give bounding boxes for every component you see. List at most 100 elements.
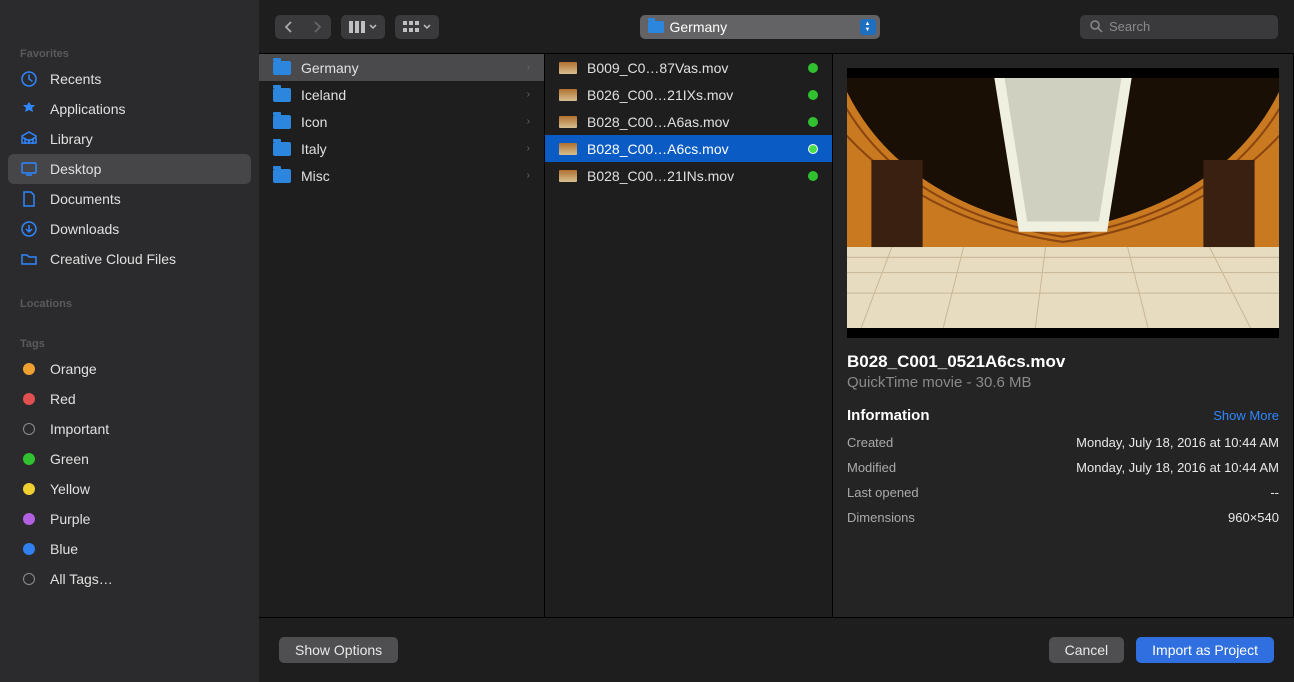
- sidebar-tag-green[interactable]: Green: [0, 444, 259, 474]
- dropdown-arrows-icon: ▲▼: [860, 19, 876, 35]
- sidebar-item-downloads[interactable]: Downloads: [0, 214, 259, 244]
- sidebar-item-desktop[interactable]: Desktop: [8, 154, 251, 184]
- folder-label: Icon: [301, 114, 327, 130]
- sidebar-item-label: Desktop: [50, 161, 101, 177]
- sidebar-tag-orange[interactable]: Orange: [0, 354, 259, 384]
- info-value: 960×540: [1228, 510, 1279, 525]
- video-thumb-icon: [559, 62, 577, 74]
- folder-label: Iceland: [301, 87, 346, 103]
- file-row[interactable]: B028_C00…21INs.mov: [545, 162, 832, 189]
- document-icon: [20, 190, 38, 208]
- tag-circle-icon: [20, 420, 38, 438]
- toolbar: Germany ▲▼ Search: [259, 0, 1294, 54]
- sidebar-tag-all[interactable]: All Tags…: [0, 564, 259, 594]
- sidebar-item-label: Blue: [50, 541, 78, 557]
- footer: Show Options Cancel Import as Project: [259, 618, 1294, 682]
- folder-column: Germany › Iceland › Icon › Italy › Misc: [259, 54, 545, 617]
- location-select[interactable]: Germany ▲▼: [640, 15, 880, 39]
- folder-label: Germany: [301, 60, 359, 76]
- cancel-button[interactable]: Cancel: [1049, 637, 1125, 663]
- view-columns-button[interactable]: [341, 15, 385, 39]
- sidebar-item-creative-cloud[interactable]: Creative Cloud Files: [0, 244, 259, 274]
- sidebar-item-documents[interactable]: Documents: [0, 184, 259, 214]
- show-options-button[interactable]: Show Options: [279, 637, 398, 663]
- preview-filename: B028_C001_0521A6cs.mov: [847, 352, 1279, 372]
- info-key: Last opened: [847, 485, 919, 500]
- folder-row[interactable]: Misc ›: [259, 162, 544, 189]
- file-row[interactable]: B028_C00…A6as.mov: [545, 108, 832, 135]
- sidebar-item-library[interactable]: Library: [0, 124, 259, 154]
- sidebar-item-recents[interactable]: Recents: [0, 64, 259, 94]
- main: Germany ▲▼ Search Germany › Iceland › Ic…: [259, 0, 1294, 682]
- folder-row[interactable]: Germany ›: [259, 54, 544, 81]
- search-placeholder: Search: [1109, 19, 1150, 34]
- info-value: --: [1270, 485, 1279, 500]
- sidebar-item-label: Documents: [50, 191, 121, 207]
- grid-icon: [403, 21, 419, 33]
- tag-green-icon: [808, 63, 818, 73]
- show-more-link[interactable]: Show More: [1213, 408, 1279, 423]
- file-label: B026_C00…21IXs.mov: [587, 87, 733, 103]
- info-key: Created: [847, 435, 893, 450]
- file-row[interactable]: B026_C00…21IXs.mov: [545, 81, 832, 108]
- chevron-right-icon: ›: [527, 62, 530, 73]
- file-label: B028_C00…21INs.mov: [587, 168, 734, 184]
- folder-icon: [20, 250, 38, 268]
- chevron-down-icon: [369, 24, 377, 30]
- tag-dot-icon: [20, 450, 38, 468]
- folder-icon: [648, 21, 664, 33]
- sidebar-tag-purple[interactable]: Purple: [0, 504, 259, 534]
- folder-row[interactable]: Iceland ›: [259, 81, 544, 108]
- info-label: Information: [847, 407, 930, 424]
- location-label: Germany: [670, 19, 728, 35]
- column-browser: Germany › Iceland › Icon › Italy › Misc: [259, 54, 1294, 618]
- tag-green-icon: [808, 171, 818, 181]
- chevron-right-icon: ›: [527, 143, 530, 154]
- sidebar-item-label: Recents: [50, 71, 101, 87]
- sidebar-item-label: Green: [50, 451, 89, 467]
- folder-row[interactable]: Icon ›: [259, 108, 544, 135]
- folder-row[interactable]: Italy ›: [259, 135, 544, 162]
- sidebar-tag-blue[interactable]: Blue: [0, 534, 259, 564]
- tag-circle-icon: [20, 570, 38, 588]
- tag-dot-icon: [20, 540, 38, 558]
- sidebar-item-applications[interactable]: Applications: [0, 94, 259, 124]
- info-value: Monday, July 18, 2016 at 10:44 AM: [1076, 435, 1279, 450]
- sidebar-item-label: Applications: [50, 101, 126, 117]
- chevron-right-icon: ›: [527, 170, 530, 181]
- view-grid-button[interactable]: [395, 15, 439, 39]
- sidebar-tag-important[interactable]: Important: [0, 414, 259, 444]
- sidebar-item-label: Purple: [50, 511, 90, 527]
- tag-dot-icon: [20, 390, 38, 408]
- apps-icon: [20, 100, 38, 118]
- video-thumb-icon: [559, 89, 577, 101]
- folder-icon: [273, 142, 291, 156]
- folder-icon: [273, 169, 291, 183]
- back-button[interactable]: [275, 15, 303, 39]
- desktop-icon: [20, 160, 38, 178]
- file-row[interactable]: B009_C0…87Vas.mov: [545, 54, 832, 81]
- sidebar-tag-yellow[interactable]: Yellow: [0, 474, 259, 504]
- section-tags: Tags: [0, 330, 259, 354]
- tag-green-icon: [808, 90, 818, 100]
- sidebar-item-label: Yellow: [50, 481, 90, 497]
- tag-dot-icon: [20, 360, 38, 378]
- info-key: Dimensions: [847, 510, 915, 525]
- search-icon: [1090, 20, 1103, 33]
- sidebar-item-label: Library: [50, 131, 93, 147]
- info-row-last-opened: Last opened --: [847, 480, 1279, 505]
- section-locations: Locations: [0, 290, 259, 314]
- tag-green-icon: [808, 117, 818, 127]
- file-row[interactable]: B028_C00…A6cs.mov: [545, 135, 832, 162]
- search-input[interactable]: Search: [1080, 15, 1278, 39]
- forward-button[interactable]: [303, 15, 331, 39]
- preview-subtitle: QuickTime movie - 30.6 MB: [847, 374, 1279, 391]
- sidebar-tag-red[interactable]: Red: [0, 384, 259, 414]
- import-button[interactable]: Import as Project: [1136, 637, 1274, 663]
- sidebar-item-label: Downloads: [50, 221, 119, 237]
- info-row-modified: Modified Monday, July 18, 2016 at 10:44 …: [847, 455, 1279, 480]
- chevron-down-icon: [423, 24, 431, 30]
- sidebar-item-label: All Tags…: [50, 571, 113, 587]
- folder-label: Italy: [301, 141, 327, 157]
- folder-icon: [273, 88, 291, 102]
